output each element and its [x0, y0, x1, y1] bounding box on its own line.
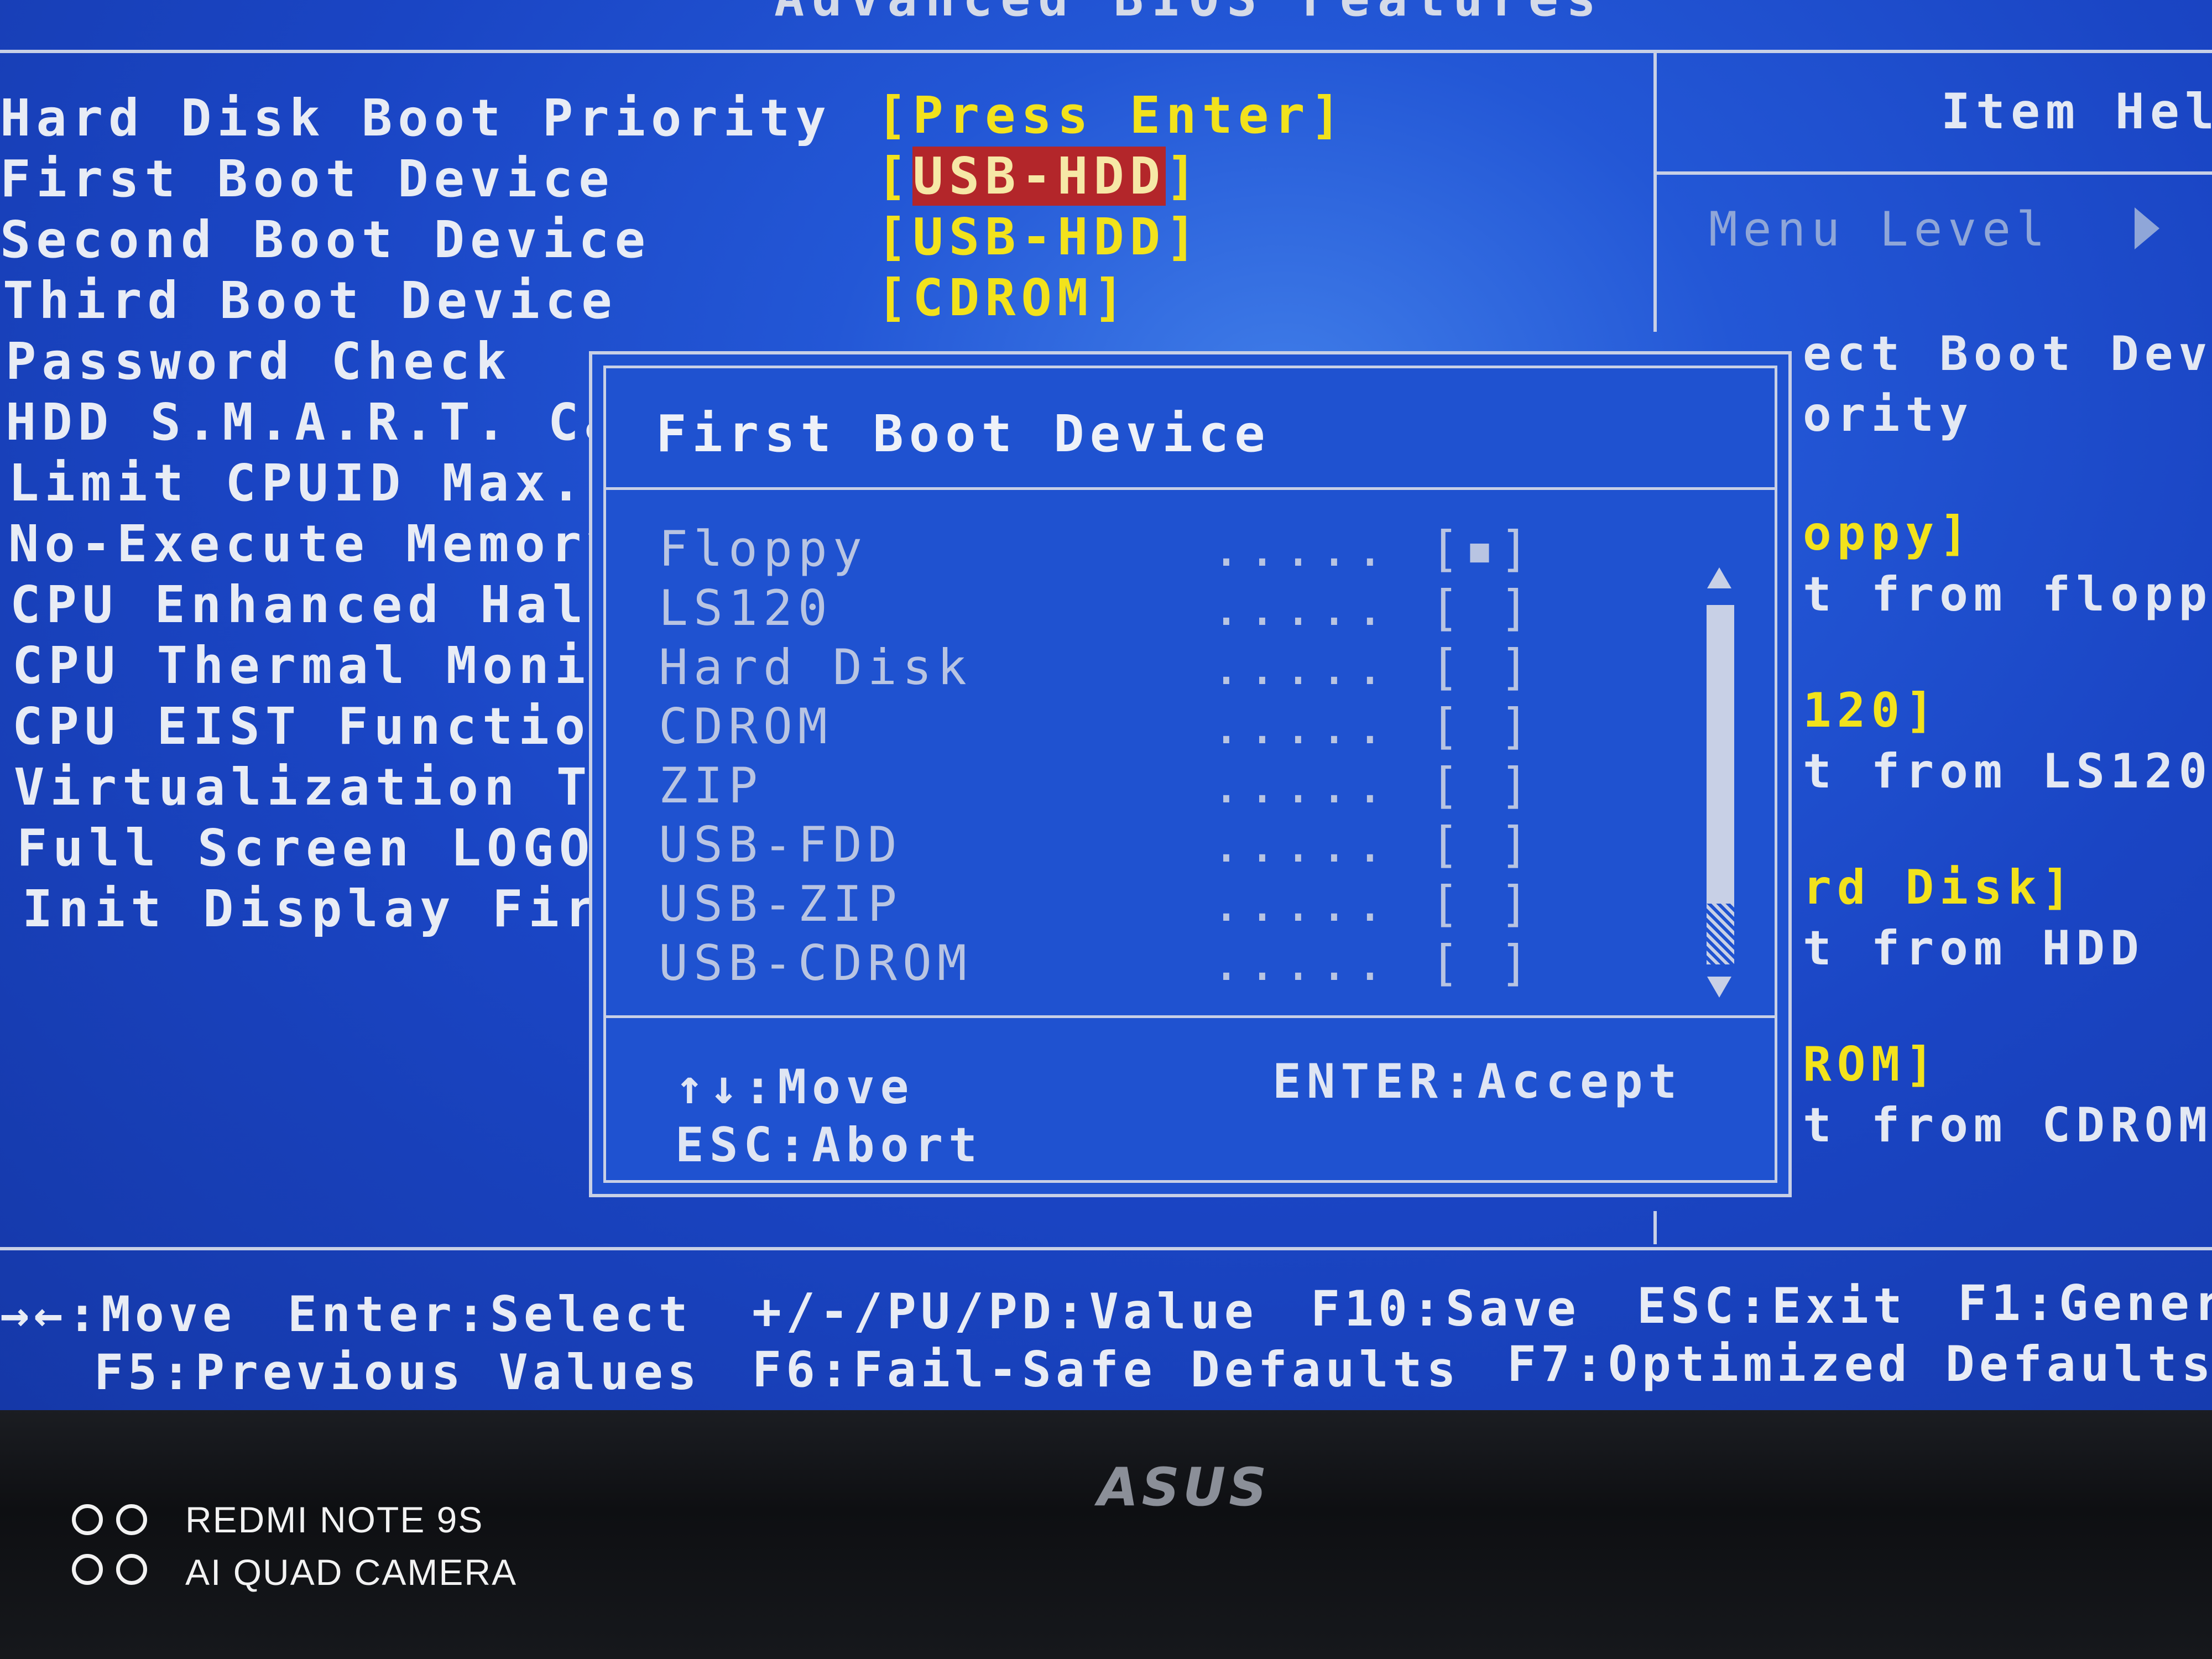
dialog-scrollbar[interactable]: [1704, 567, 1734, 998]
top-divider: [0, 50, 2212, 53]
menu-level-label: Menu Level: [1709, 202, 2051, 257]
boot-device-option[interactable]: Hard Disk..... [ ]: [659, 639, 1709, 697]
boot-device-option[interactable]: LS120..... [ ]: [659, 580, 1709, 638]
setting-label[interactable]: CPU Enhanced Halt: [10, 575, 625, 634]
boot-device-option[interactable]: USB-ZIP..... [ ]: [659, 875, 1709, 933]
option-dots: .....: [1212, 816, 1391, 873]
setting-label[interactable]: Third Boot Device: [3, 271, 618, 330]
option-dots: .....: [1212, 639, 1391, 696]
option-dots: .....: [1212, 580, 1391, 637]
setting-label[interactable]: CPU EIST Function: [12, 697, 627, 756]
option-name: Hard Disk: [659, 639, 972, 696]
help-divider-bottom: [1653, 1211, 1657, 1244]
dialog-hints-divider: [606, 1015, 1775, 1018]
item-help-title: Item Help: [1941, 83, 2212, 140]
monitor-brand-logo: ASUS: [1098, 1457, 1270, 1518]
footer-previous-values: F5:Previous Values: [94, 1344, 701, 1401]
hint-accept: ENTER:Accept: [1272, 1054, 1683, 1109]
item-help-line: t from CDROM: [1803, 1098, 2212, 1153]
footer-failsafe-defaults: F6:Fail-Safe Defaults: [752, 1341, 1460, 1398]
scroll-up-arrow-icon[interactable]: [1707, 567, 1731, 588]
option-name: USB-FDD: [659, 816, 902, 873]
footer-save: F10:Save: [1311, 1280, 1580, 1337]
setting-value[interactable]: [CDROM]: [877, 268, 1130, 327]
dialog-title: First Boot Device: [656, 404, 1271, 463]
first-boot-device-dialog: First Boot Device Floppy..... [▪] LS120...…: [589, 351, 1792, 1197]
scroll-down-arrow-icon[interactable]: [1707, 977, 1731, 998]
option-selection-box: [ ]: [1430, 580, 1535, 637]
option-selection-box: [ ]: [1430, 757, 1535, 814]
footer-general-help: F1:Gener: [1958, 1275, 2212, 1332]
option-name: USB-CDROM: [659, 935, 972, 992]
boot-device-option[interactable]: USB-FDD..... [ ]: [659, 816, 1709, 874]
scroll-thumb[interactable]: [1707, 605, 1734, 904]
camera-watermark-line1: REDMI NOTE 9S: [185, 1499, 484, 1540]
hint-abort: ESC:Abort: [675, 1118, 983, 1173]
footer-move: →←:Move: [0, 1286, 236, 1343]
option-selection-box: [ ]: [1430, 639, 1535, 696]
option-selection-box: [ ]: [1430, 698, 1535, 755]
footer-optimized-defaults: F7:Optimized Defaults: [1507, 1335, 2212, 1392]
setting-label[interactable]: Password Check: [6, 332, 512, 391]
item-help-line: ority: [1803, 387, 1974, 442]
footer-select: Enter:Select: [288, 1286, 692, 1343]
setting-value[interactable]: [USB-HDD]: [877, 147, 1202, 206]
option-selection-box: [▪]: [1430, 520, 1535, 577]
setting-label[interactable]: Hard Disk Boot Priority: [0, 88, 832, 148]
boot-device-option[interactable]: CDROM..... [ ]: [659, 698, 1709, 756]
item-help-line: ROM]: [1803, 1037, 1940, 1092]
option-dots: .....: [1212, 520, 1391, 577]
footer-exit: ESC:Exit: [1637, 1277, 1907, 1334]
help-title-divider: [1653, 171, 2212, 175]
setting-label[interactable]: Full Screen LOGO: [17, 818, 595, 878]
screen-title: Advanced BIOS Features: [774, 0, 1604, 28]
footer-divider: [0, 1247, 2212, 1250]
item-help-line: 120]: [1803, 683, 1940, 738]
boot-device-option[interactable]: ZIP..... [ ]: [659, 757, 1709, 815]
option-dots: .....: [1212, 757, 1391, 814]
bios-screen: Advanced BIOS Features Hard Disk Boot Pr…: [0, 0, 2212, 1410]
option-name: USB-ZIP: [659, 875, 902, 932]
help-divider: [1653, 53, 1657, 332]
setting-label[interactable]: CPU Thermal Monit: [12, 636, 627, 695]
setting-label[interactable]: Second Boot Device: [0, 210, 651, 269]
hint-move: ↑↓:Move: [675, 1060, 915, 1115]
scroll-track-rest[interactable]: [1707, 904, 1734, 964]
item-help-line: t from LS120: [1803, 744, 2212, 799]
option-dots: .....: [1212, 698, 1391, 755]
menu-level-arrow-icon: [2135, 207, 2159, 249]
camera-watermark-icon: [72, 1504, 155, 1593]
setting-label[interactable]: Virtualization Te: [14, 758, 629, 817]
setting-label[interactable]: First Boot Device: [0, 149, 615, 208]
option-name: LS120: [659, 580, 833, 637]
item-help-line: rd Disk]: [1803, 860, 2077, 915]
boot-device-option[interactable]: USB-CDROM..... [ ]: [659, 935, 1709, 993]
boot-device-option[interactable]: Floppy..... [▪]: [659, 520, 1709, 578]
dialog-title-divider: [606, 487, 1775, 490]
option-selection-box: [ ]: [1430, 935, 1535, 992]
item-help-line: ect Boot Devi: [1803, 326, 2212, 382]
camera-watermark-line2: AI QUAD CAMERA: [185, 1552, 518, 1593]
option-name: CDROM: [659, 698, 833, 755]
footer-value: +/-/PU/PD:Value: [752, 1283, 1258, 1340]
option-name: ZIP: [659, 757, 763, 814]
item-help-line: t from floppy: [1803, 567, 2212, 622]
option-selection-box: [ ]: [1430, 875, 1535, 932]
option-selection-box: [ ]: [1430, 816, 1535, 873]
setting-label[interactable]: HDD S.M.A.R.T. Ca: [6, 393, 620, 452]
setting-value[interactable]: [Press Enter]: [877, 86, 1347, 145]
item-help-line: t from HDD: [1803, 921, 2145, 976]
setting-label[interactable]: Limit CPUID Max.: [8, 453, 587, 513]
item-help-line: oppy]: [1803, 506, 1974, 561]
option-dots: .....: [1212, 935, 1391, 992]
setting-value[interactable]: [USB-HDD]: [877, 207, 1202, 267]
option-name: Floppy: [659, 520, 868, 577]
dialog-frame: First Boot Device Floppy..... [▪] LS120...…: [603, 366, 1777, 1183]
setting-label[interactable]: No-Execute Memory: [8, 514, 623, 573]
setting-label[interactable]: Init Display Firs: [22, 879, 637, 938]
option-dots: .....: [1212, 875, 1391, 932]
